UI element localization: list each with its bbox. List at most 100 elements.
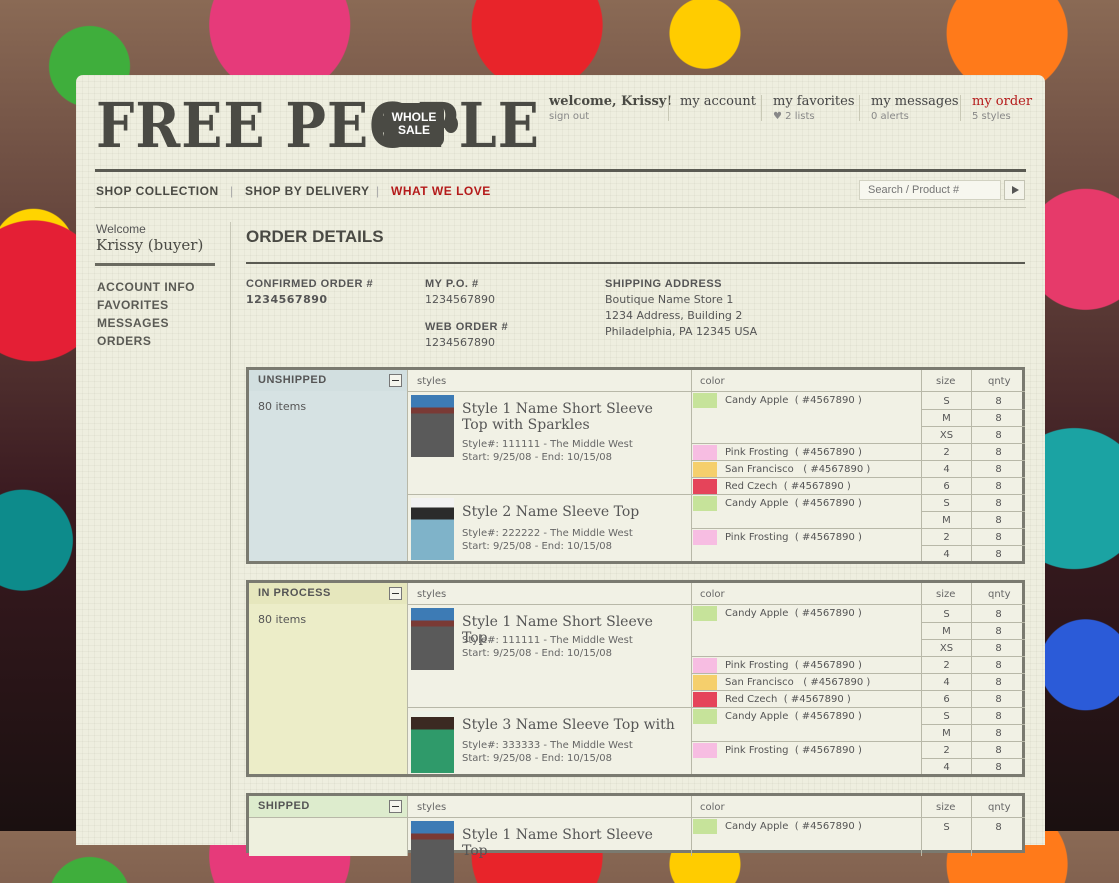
col-divider: [407, 796, 408, 856]
color-swatch: [693, 479, 717, 494]
style-divider: [407, 494, 1025, 495]
po-label: MY P.O. #: [425, 278, 479, 290]
color-swatch: [693, 530, 717, 545]
col-qnty: qnty: [988, 376, 1011, 387]
nav-rule: [95, 207, 1026, 208]
confirmed-order-value: 1234567890: [246, 293, 328, 306]
product-thumbnail[interactable]: [411, 711, 454, 773]
color-name: Pink Frosting ( #4567890 ): [725, 447, 862, 458]
shipping-line3: Philadelphia, PA 12345 USA: [605, 325, 758, 338]
qty-value: 8: [995, 532, 1002, 543]
my-favorites-label: my favorites: [773, 94, 855, 109]
style-divider: [407, 707, 1025, 708]
size-value: M: [942, 515, 951, 526]
color-name: Pink Frosting ( #4567890 ): [725, 660, 862, 671]
size-value: 2: [943, 660, 950, 671]
row-divider: [692, 477, 1025, 478]
col-styles: styles: [417, 589, 447, 600]
col-color: color: [700, 376, 725, 387]
size-value: 2: [943, 447, 950, 458]
messages-count: 0 alerts: [871, 111, 909, 122]
color-name: San Francisco ( #4567890 ): [725, 464, 871, 475]
size-value: 4: [943, 464, 950, 475]
style-name[interactable]: Style 2 Name Sleeve Top: [462, 504, 682, 520]
product-thumbnail[interactable]: [411, 395, 454, 457]
color-name: San Francisco ( #4567890 ): [725, 677, 871, 688]
size-value: XS: [939, 643, 954, 654]
header-divider: [407, 391, 1025, 392]
po-value: 1234567890: [425, 293, 495, 306]
my-order-link[interactable]: my order 5 styles: [972, 94, 1032, 122]
qty-value: 8: [995, 481, 1002, 492]
product-thumbnail[interactable]: [411, 498, 454, 560]
color-swatch: [693, 819, 717, 834]
row-divider: [692, 656, 1025, 657]
col-divider: [407, 370, 408, 561]
sidebar-orders[interactable]: ORDERS: [97, 334, 151, 348]
product-thumbnail[interactable]: [411, 821, 454, 883]
status-label: SHIPPED: [258, 800, 310, 812]
qty-value: 8: [995, 626, 1002, 637]
color-swatch: [693, 692, 717, 707]
qty-value: 8: [995, 549, 1002, 560]
my-favorites-link[interactable]: my favorites ♥ 2 lists: [773, 94, 855, 122]
style-number: Style#: 333333 - The Middle West: [462, 740, 633, 751]
my-account-link[interactable]: my account: [680, 94, 756, 109]
row-divider: [692, 460, 1025, 461]
search-input[interactable]: [859, 180, 1001, 200]
size-row-divider: [921, 545, 1025, 546]
sidebar-user-name: Krissy (buyer): [96, 236, 204, 254]
qty-value: 8: [995, 464, 1002, 475]
status-label: IN PROCESS: [258, 587, 331, 599]
style-name[interactable]: Style 1 Name Short Sleeve Top: [462, 827, 682, 859]
sidebar-account-info[interactable]: ACCOUNT INFO: [97, 280, 195, 294]
nav-shop-collection[interactable]: SHOP COLLECTION: [96, 184, 219, 198]
style-number: Style#: 222222 - The Middle West: [462, 528, 633, 539]
color-name: Candy Apple ( #4567890 ): [725, 395, 862, 406]
size-value: 2: [943, 532, 950, 543]
nav-shop-by-delivery[interactable]: SHOP BY DELIVERY: [245, 184, 369, 198]
style-name[interactable]: Style 1 Name Short Sleeve Top with Spark…: [462, 401, 682, 433]
badge-body: WHOLE SALE: [384, 103, 444, 147]
size-value: 4: [943, 549, 950, 560]
confirmed-order-label: CONFIRMED ORDER #: [246, 278, 374, 290]
sidebar-divider: [230, 222, 231, 832]
qty-value: 8: [995, 430, 1002, 441]
heart-icon: ♥: [773, 111, 782, 122]
collapse-button[interactable]: [389, 800, 402, 813]
favorites-count: 2 lists: [785, 111, 815, 122]
style-dates: Start: 9/25/08 - End: 10/15/08: [462, 452, 612, 463]
favorites-sub: ♥ 2 lists: [773, 111, 855, 122]
search-submit-button[interactable]: [1004, 180, 1025, 200]
collapse-button[interactable]: [389, 587, 402, 600]
sign-out-link[interactable]: sign out: [549, 111, 672, 122]
sidebar-favorites[interactable]: FAVORITES: [97, 298, 169, 312]
title-rule: [246, 262, 1025, 264]
qty-value: 8: [995, 643, 1002, 654]
collapse-button[interactable]: [389, 374, 402, 387]
my-messages-link[interactable]: my messages 0 alerts: [871, 94, 959, 122]
free-people-logo[interactable]: FREE PEOPLE: [96, 92, 540, 159]
size-row-divider: [921, 622, 1025, 623]
status-label: UNSHIPPED: [258, 374, 327, 386]
color-swatch: [693, 658, 717, 673]
color-name: Candy Apple ( #4567890 ): [725, 608, 862, 619]
col-qnty: qnty: [988, 589, 1011, 600]
status-cell: UNSHIPPED 80 items: [249, 370, 407, 561]
style-number: Style#: 111111 - The Middle West: [462, 439, 633, 450]
shipping-line2: 1234 Address, Building 2: [605, 309, 743, 322]
order-group-unshipped: UNSHIPPED 80 items styles color size qnt…: [246, 367, 1025, 564]
sidebar-messages[interactable]: MESSAGES: [97, 316, 169, 330]
qty-value: 8: [995, 515, 1002, 526]
product-thumbnail[interactable]: [411, 608, 454, 670]
col-color: color: [700, 589, 725, 600]
size-row-divider: [921, 724, 1025, 725]
sidebar-rule: [95, 263, 215, 266]
size-value: 2: [943, 745, 950, 756]
style-name[interactable]: Style 3 Name Sleeve Top with: [462, 717, 682, 733]
row-divider: [692, 528, 1025, 529]
nav-divider: |: [376, 184, 380, 198]
color-name: Candy Apple ( #4567890 ): [725, 498, 862, 509]
col-styles: styles: [417, 802, 447, 813]
nav-what-we-love[interactable]: WHAT WE LOVE: [391, 184, 491, 198]
